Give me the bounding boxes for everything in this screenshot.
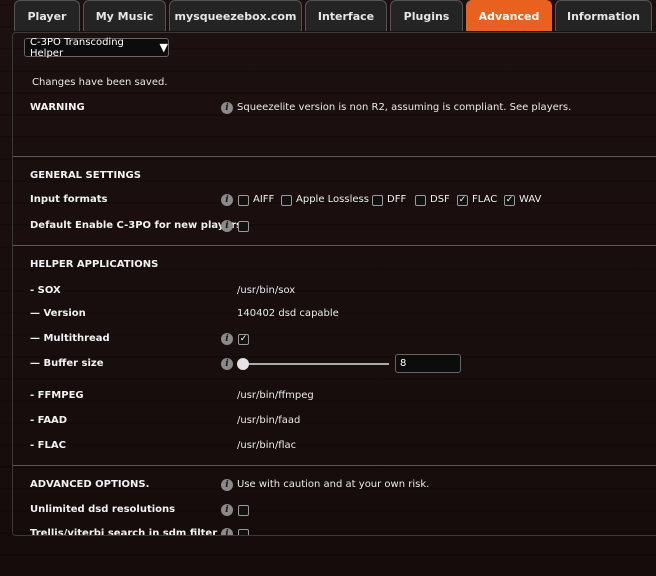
- tab-information[interactable]: Information: [555, 0, 652, 31]
- flac-path: /usr/bin/flac: [237, 440, 297, 451]
- info-icon[interactable]: i: [221, 194, 233, 206]
- faad-label: - FAAD: [30, 415, 68, 426]
- tab-advanced[interactable]: Advanced: [466, 0, 552, 31]
- ffmpeg-path: /usr/bin/ffmpeg: [237, 390, 314, 401]
- format-wav-checkbox[interactable]: ✓: [504, 195, 515, 206]
- buffer-size-slider-thumb[interactable]: [237, 358, 249, 370]
- sox-path: /usr/bin/sox: [237, 285, 296, 296]
- sox-label: - SOX: [30, 285, 61, 296]
- format-dsf-checkbox[interactable]: [415, 195, 426, 206]
- general-heading: GENERAL SETTINGS: [30, 170, 141, 181]
- ffmpeg-label: - FFMPEG: [30, 390, 84, 401]
- format-apple-lossless-label: Apple Lossless: [296, 194, 369, 205]
- unlimited-dsd-label: Unlimited dsd resolutions: [30, 504, 176, 515]
- plugin-select[interactable]: C-3PO Transcoding Helper ▼: [24, 36, 169, 59]
- default-enable-checkbox[interactable]: [238, 221, 249, 232]
- warning-text: Squeezelite version is non R2, assuming …: [237, 102, 572, 113]
- tab-my-music[interactable]: My Music: [83, 0, 166, 31]
- info-icon[interactable]: i: [221, 333, 233, 345]
- info-icon[interactable]: i: [221, 528, 233, 535]
- info-icon[interactable]: i: [221, 358, 233, 370]
- trellis-checkbox[interactable]: [238, 529, 249, 535]
- format-dsf-label: DSF: [430, 194, 450, 205]
- faad-path: /usr/bin/faad: [237, 415, 301, 426]
- version-label: — Version: [30, 308, 86, 319]
- format-dff-label: DFF: [387, 194, 407, 205]
- saved-message: Changes have been saved.: [32, 77, 168, 88]
- buffer-size-slider-track[interactable]: [243, 363, 389, 365]
- multithread-label: — Multithread: [30, 333, 110, 344]
- tab-player[interactable]: Player: [14, 0, 80, 31]
- buffer-size-input[interactable]: 8: [395, 354, 461, 373]
- info-icon[interactable]: i: [221, 102, 233, 114]
- format-apple-lossless-checkbox[interactable]: [281, 195, 292, 206]
- format-flac-checkbox[interactable]: ✓: [457, 195, 468, 206]
- divider: [13, 245, 656, 246]
- buffer-size-label: — Buffer size: [30, 358, 104, 369]
- format-flac-label: FLAC: [472, 194, 498, 205]
- format-dff-checkbox[interactable]: [372, 195, 383, 206]
- version-value: 140402 dsd capable: [237, 308, 339, 319]
- format-wav-label: WAV: [519, 194, 542, 205]
- info-icon[interactable]: i: [221, 479, 233, 491]
- helpers-heading: HELPER APPLICATIONS: [30, 259, 159, 270]
- divider: [13, 156, 656, 157]
- default-enable-label: Default Enable C-3PO for new players: [30, 220, 242, 231]
- warning-label: WARNING: [30, 102, 85, 113]
- settings-panel: C-3PO Transcoding Helper ▼ Changes have …: [12, 32, 656, 536]
- tab-mysqueezebox[interactable]: mysqueezebox.com: [169, 0, 302, 31]
- flac-label: - FLAC: [30, 440, 66, 451]
- divider: [13, 465, 656, 466]
- tab-plugins[interactable]: Plugins: [390, 0, 463, 31]
- format-aiff-label: AIFF: [253, 194, 275, 205]
- plugin-select-value: C-3PO Transcoding Helper: [30, 36, 124, 59]
- unlimited-dsd-checkbox[interactable]: [238, 505, 249, 516]
- advanced-caution: Use with caution and at your own risk.: [237, 479, 430, 490]
- tab-bar: Player My Music mysqueezebox.com Interfa…: [0, 0, 656, 32]
- advanced-heading: ADVANCED OPTIONS.: [30, 479, 150, 490]
- multithread-checkbox[interactable]: ✓: [238, 334, 249, 345]
- input-formats-label: Input formats: [30, 194, 108, 205]
- chevron-down-icon: ▼: [159, 41, 168, 54]
- info-icon[interactable]: i: [221, 220, 233, 232]
- trellis-label: Trellis/viterbi search in sdm filter: [30, 528, 218, 536]
- tab-interface[interactable]: Interface: [305, 0, 387, 31]
- info-icon[interactable]: i: [221, 504, 233, 516]
- format-aiff-checkbox[interactable]: [238, 195, 249, 206]
